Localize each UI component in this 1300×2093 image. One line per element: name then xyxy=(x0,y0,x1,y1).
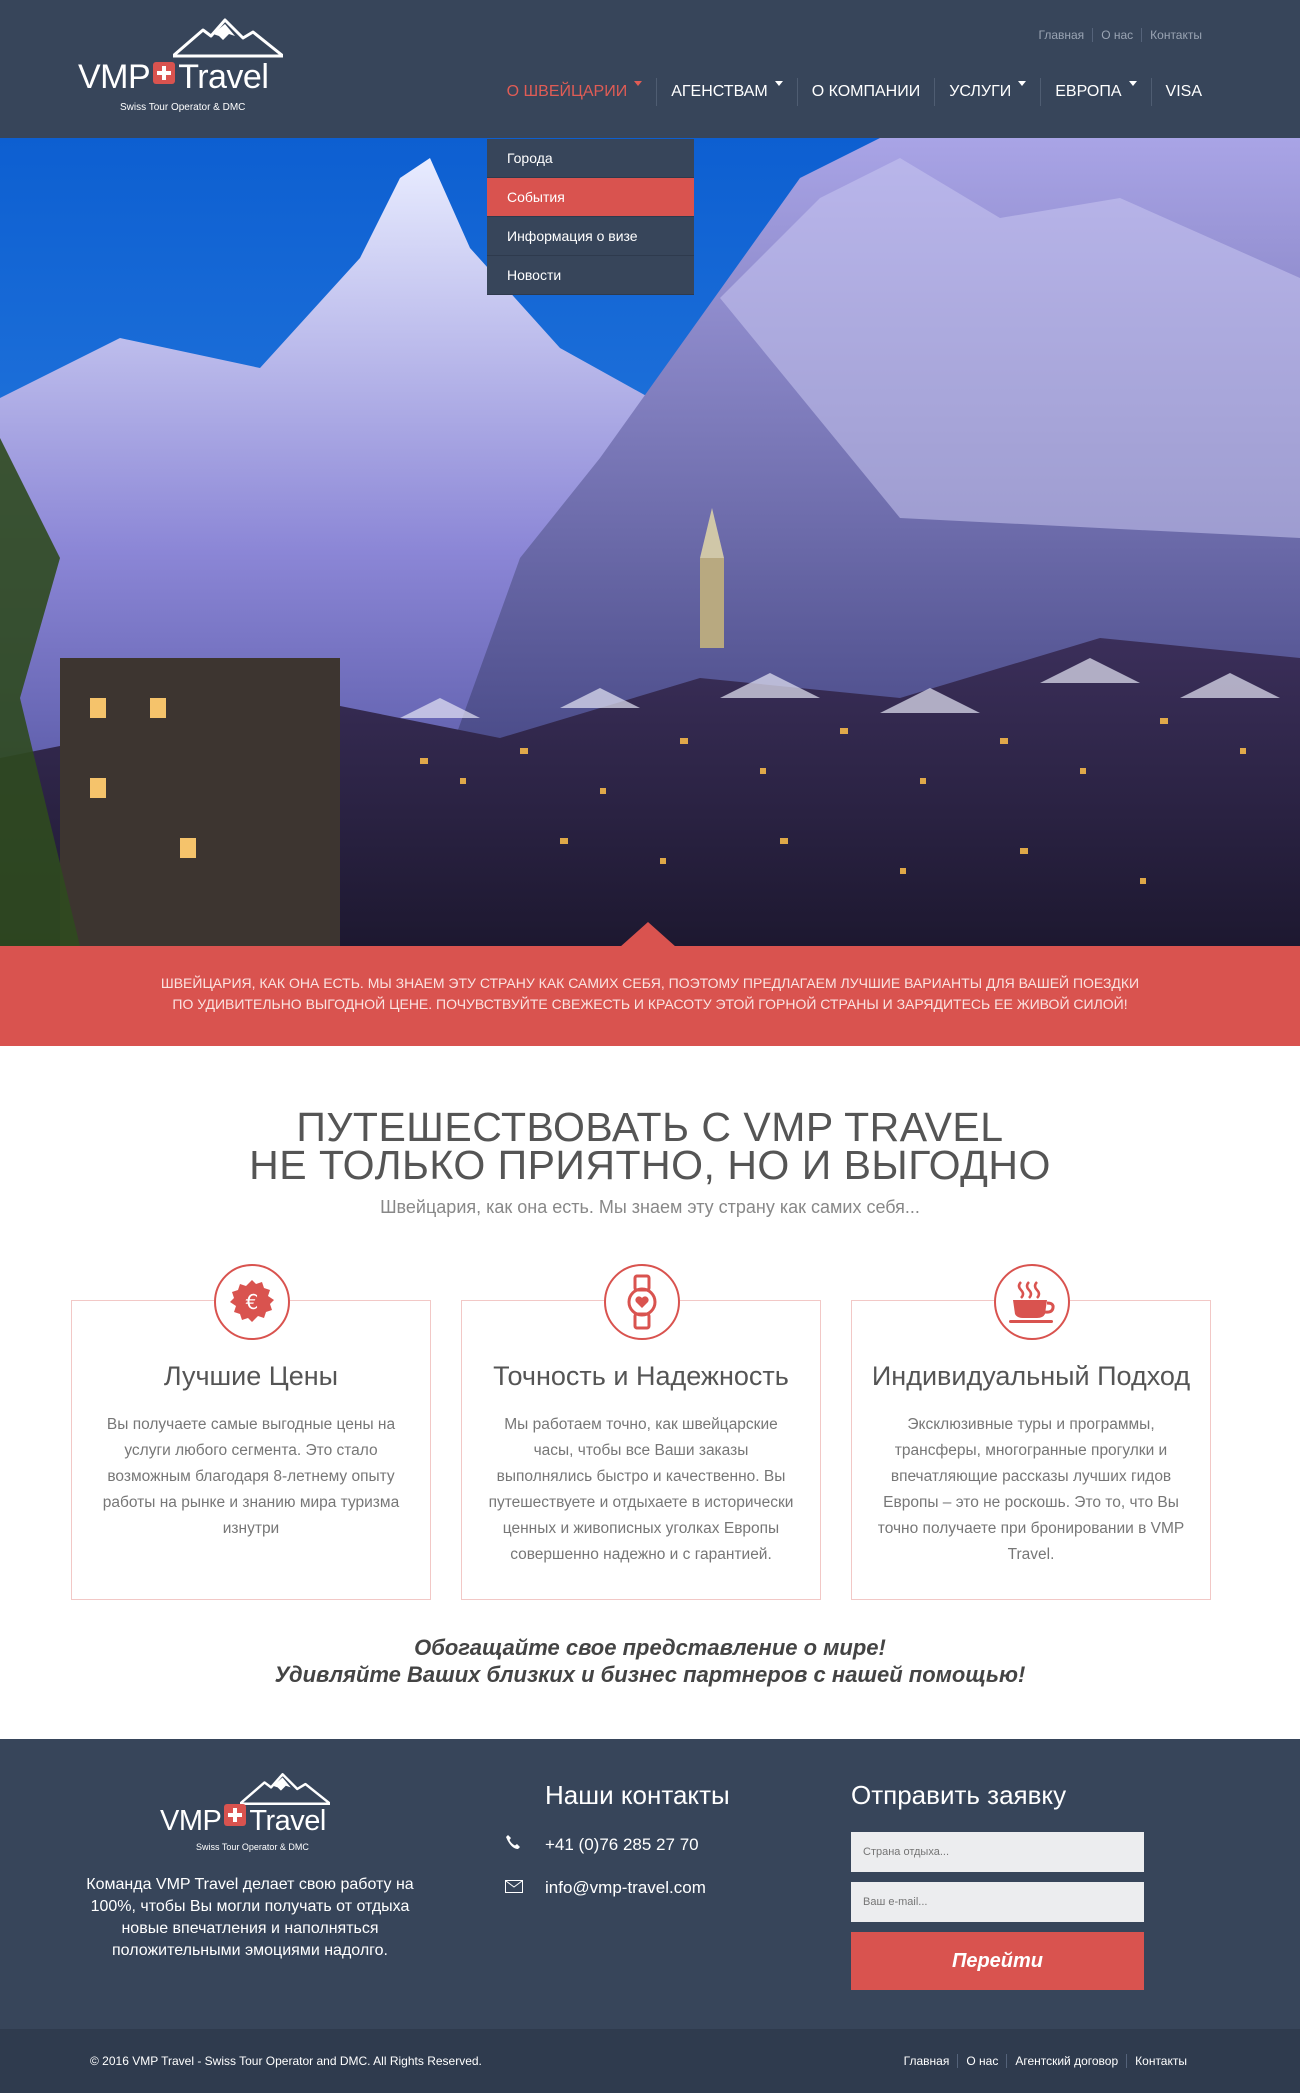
feature-card-reliability: Точность и Надежность Мы работаем точно,… xyxy=(461,1264,821,1600)
switzerland-dropdown-menu: Города События Информация о визе Новости xyxy=(487,139,694,295)
bottom-link-home[interactable]: Главная xyxy=(896,2054,958,2068)
site-logo[interactable]: VMP Travel Swiss Tour Operator & DMC xyxy=(78,18,303,118)
email-address: info@vmp-travel.com xyxy=(545,1878,706,1897)
feature-text: Вы получаете самые выгодные цены на услу… xyxy=(102,1416,400,1537)
logo-tagline: Swiss Tour Operator & DMC xyxy=(196,1842,309,1852)
watch-icon xyxy=(604,1264,680,1340)
logo-name-left: VMP xyxy=(78,58,151,96)
bottom-link-about[interactable]: О нас xyxy=(957,2054,1006,2068)
banner-line-2: по удивительно выгодной цене. Почувствуй… xyxy=(172,996,1128,1012)
copyright: © 2016 VMP Travel - Swiss Tour Operator … xyxy=(90,2054,482,2068)
phone-icon xyxy=(505,1834,545,1855)
motto: Обогащайте свое представление о мире! Уд… xyxy=(0,1634,1300,1688)
dropdown-item-events[interactable]: События xyxy=(487,178,694,217)
euro-icon: € xyxy=(214,1264,290,1340)
swiss-cross-icon xyxy=(224,1804,247,1826)
feature-text: Эксклюзивные туры и программы, трансферы… xyxy=(877,1416,1185,1563)
caret-down-icon xyxy=(774,81,783,86)
banner-notch xyxy=(620,922,676,947)
nav-item-services[interactable]: УСЛУГИ xyxy=(934,78,1040,106)
main-nav: О ШВЕЙЦАРИИ АГЕНСТВАМ О КОМПАНИИ УСЛУГИ … xyxy=(493,78,1216,106)
intro-title-line-2: НЕ ТОЛЬКО ПРИЯТНО, НО И ВЫГОДНО xyxy=(249,1142,1051,1188)
feature-title: Индивидуальный Подход xyxy=(871,1361,1191,1391)
nav-item-europe[interactable]: ЕВРОПА xyxy=(1040,78,1150,106)
nav-item-company[interactable]: О КОМПАНИИ xyxy=(796,78,935,106)
logo-name-left: VMP xyxy=(160,1805,222,1837)
topnav-about[interactable]: О нас xyxy=(1092,28,1141,42)
nav-item-about-switzerland[interactable]: О ШВЕЙЦАРИИ xyxy=(493,78,657,106)
contacts-title: Наши контакты xyxy=(545,1780,730,1810)
feature-card-individual: Индивидуальный Подход Эксклюзивные туры … xyxy=(851,1264,1211,1600)
topnav-contacts[interactable]: Контакты xyxy=(1141,28,1210,42)
topnav-home[interactable]: Главная xyxy=(1031,28,1093,42)
top-nav: Главная О нас Контакты xyxy=(1031,28,1211,42)
contact-phone[interactable]: +41 (0)76 285 27 70 xyxy=(505,1834,699,1855)
logo-name-right: Travel xyxy=(249,1805,326,1837)
request-form-title: Отправить заявку xyxy=(851,1780,1067,1810)
caret-down-icon xyxy=(1128,81,1137,86)
email-input[interactable] xyxy=(851,1882,1144,1922)
dropdown-item-news[interactable]: Новости xyxy=(487,256,694,295)
intro-title-line-1: ПУТЕШЕСТВОВАТЬ С VMP TRAVEL xyxy=(296,1104,1004,1150)
logo-name-right: Travel xyxy=(178,58,269,96)
mountain-logo-icon xyxy=(173,18,283,58)
dropdown-item-cities[interactable]: Города xyxy=(487,139,694,178)
svg-text:€: € xyxy=(246,1290,259,1314)
intro-title: ПУТЕШЕСТВОВАТЬ С VMP TRAVEL НЕ ТОЛЬКО ПР… xyxy=(0,1104,1300,1188)
bottom-link-agency-agreement[interactable]: Агентский договор xyxy=(1006,2054,1126,2068)
country-input[interactable] xyxy=(851,1832,1144,1872)
site-header: VMP Travel Swiss Tour Operator & DMC Глав… xyxy=(0,0,1300,138)
banner-line-1: Швейцария, как она есть. Мы знаем эту ст… xyxy=(160,975,1140,991)
phone-number: +41 (0)76 285 27 70 xyxy=(545,1834,699,1854)
footer-logo[interactable]: VMP Travel Swiss Tour Operator & DMC xyxy=(160,1772,360,1852)
caret-down-icon xyxy=(1018,81,1027,86)
nav-item-agencies[interactable]: АГЕНСТВАМ xyxy=(656,78,797,106)
intro-subtitle: Швейцария, как она есть. Мы знаем эту ст… xyxy=(380,1197,920,1217)
footer-description: Команда VMP Travel делает свою работу на… xyxy=(86,1876,414,1959)
feature-card-prices: € Лучшие Цены Вы получаете самые выгодны… xyxy=(71,1264,431,1600)
feature-title: Лучшие Цены xyxy=(163,1361,339,1391)
caret-down-icon xyxy=(634,81,643,86)
motto-line-2: Удивляйте Ваших близких и бизнес партнер… xyxy=(274,1662,1026,1687)
feature-title: Точность и Надежность xyxy=(493,1361,789,1391)
contact-email[interactable]: info@vmp-travel.com xyxy=(505,1878,706,1898)
dropdown-item-visa-info[interactable]: Информация о визе xyxy=(487,217,694,256)
nav-item-visa[interactable]: VISA xyxy=(1150,78,1216,106)
mountain-logo-icon xyxy=(240,1773,330,1805)
intro-banner: Швейцария, как она есть. Мы знаем эту ст… xyxy=(0,946,1300,1046)
submit-button[interactable]: Перейти xyxy=(851,1932,1144,1990)
motto-line-1: Обогащайте свое представление о мире! xyxy=(414,1635,886,1660)
envelope-icon xyxy=(505,1878,545,1898)
feature-text: Мы работаем точно, как швейцарские часы,… xyxy=(488,1416,794,1563)
logo-tagline: Swiss Tour Operator & DMC xyxy=(120,102,246,113)
coffee-cup-icon xyxy=(994,1264,1070,1340)
bottom-links: Главная О нас Агентский договор Контакты xyxy=(896,2054,1195,2068)
bottom-link-contacts[interactable]: Контакты xyxy=(1126,2054,1195,2068)
swiss-cross-icon xyxy=(153,62,176,84)
